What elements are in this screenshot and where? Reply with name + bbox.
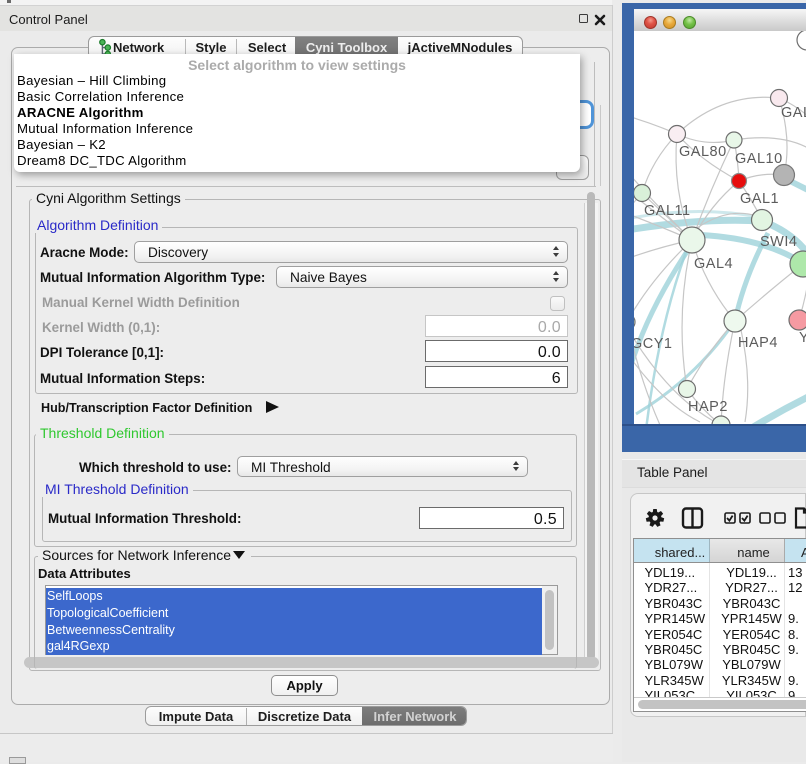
svg-text:GCY1: GCY1: [634, 336, 673, 352]
svg-text:HAP2: HAP2: [688, 399, 728, 415]
svg-text:GAL1: GAL1: [740, 191, 779, 207]
svg-text:GAL7: GAL7: [781, 105, 806, 121]
svg-text:HAP4: HAP4: [738, 335, 778, 351]
svg-text:GAL80: GAL80: [679, 144, 727, 160]
svg-text:GAL4: GAL4: [694, 256, 733, 272]
svg-text:SWI4: SWI4: [760, 234, 797, 250]
svg-text:GAL11: GAL11: [644, 203, 691, 219]
svg-text:GAL10: GAL10: [735, 151, 783, 167]
svg-text:YD: YD: [799, 330, 806, 346]
